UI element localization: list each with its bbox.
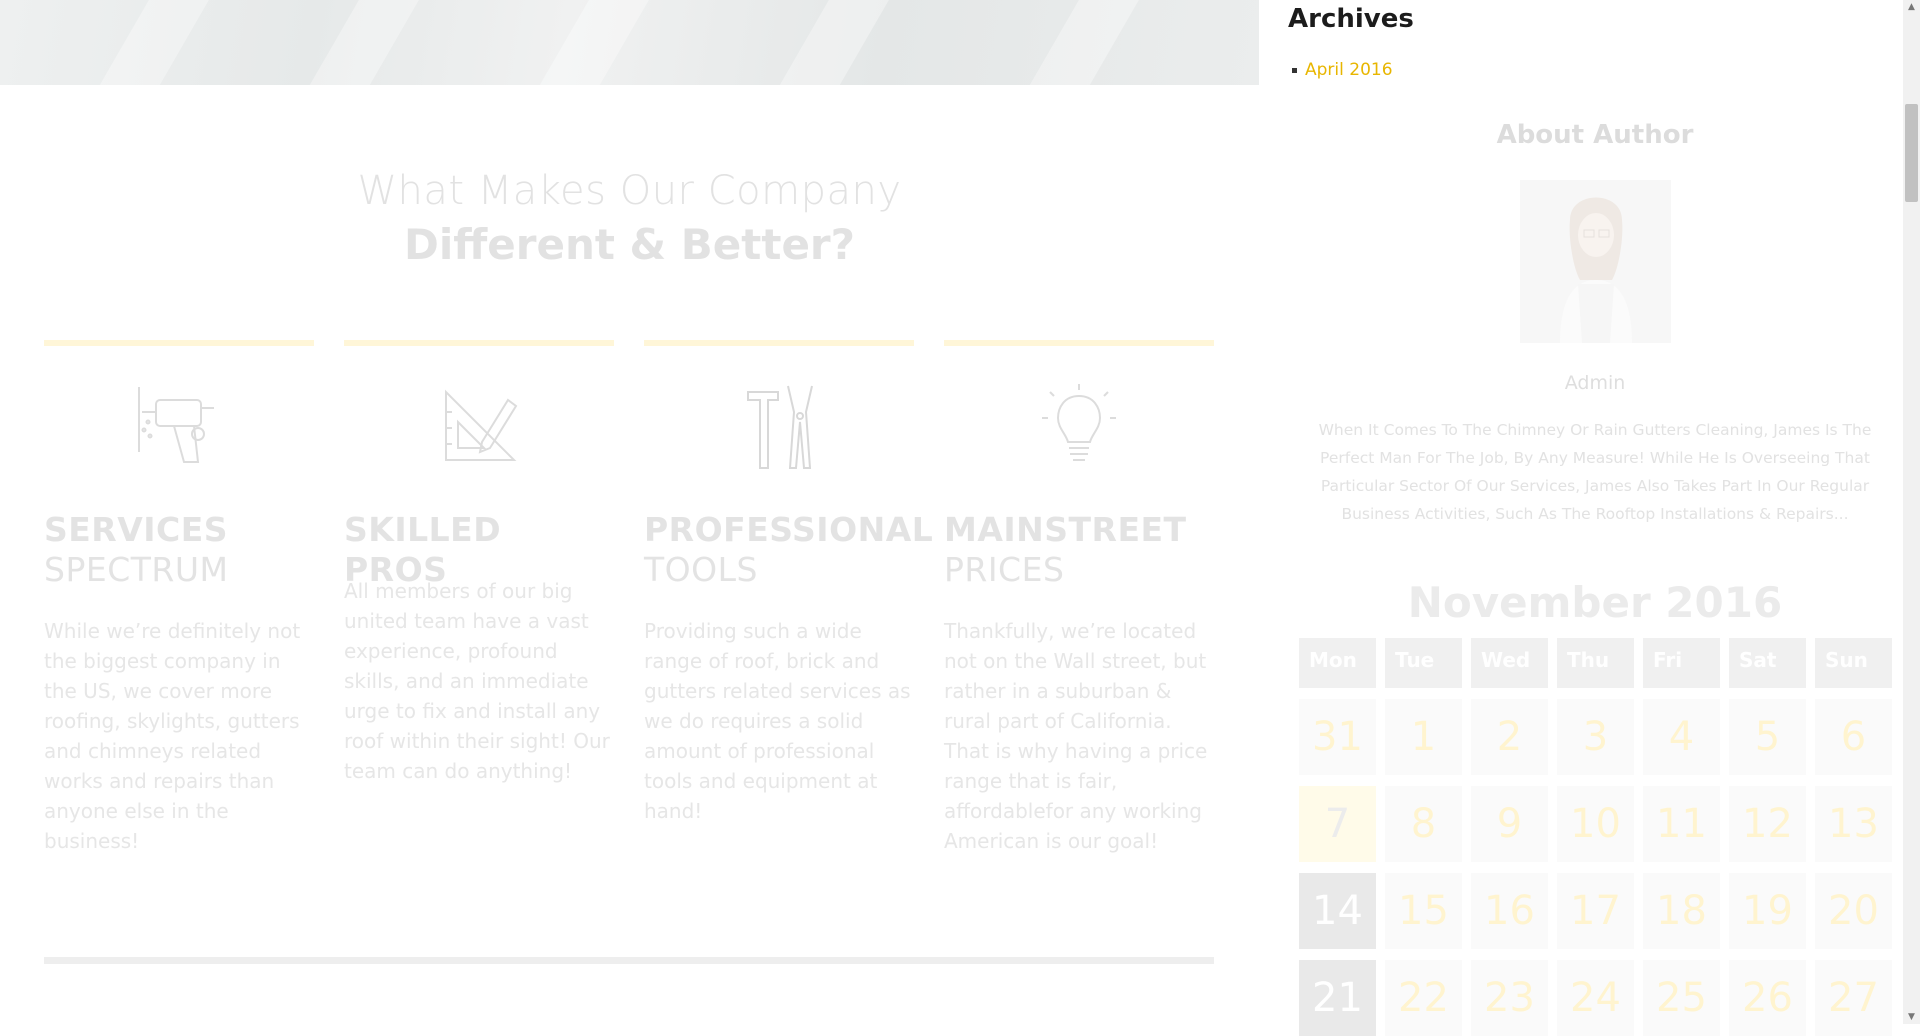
feature-title: PROFESSIONAL	[644, 510, 934, 549]
calendar-day[interactable]: 8	[1385, 786, 1462, 862]
archive-item[interactable]: April 2016	[1292, 60, 1393, 80]
calendar-day[interactable]: 9	[1471, 786, 1548, 862]
hero-decoration	[519, 0, 661, 85]
calendar-weekday: Mon	[1299, 638, 1376, 688]
archive-link[interactable]: April 2016	[1305, 60, 1393, 80]
drill-icon	[138, 387, 214, 463]
hero-decoration	[1009, 0, 1151, 85]
calendar-day[interactable]: 5	[1729, 699, 1806, 775]
calendar-day[interactable]: 25	[1643, 960, 1720, 1036]
feature-description: Thankfully, we’re located not on the Wal…	[944, 619, 1208, 853]
section-heading-line2: Different & Better?	[403, 220, 856, 269]
author-bio: When It Comes To The Chimney Or Rain Gut…	[1318, 421, 1872, 523]
hero-decoration	[79, 0, 221, 85]
author-avatar	[1520, 180, 1671, 343]
calendar-day[interactable]: 12	[1729, 786, 1806, 862]
calendar-day[interactable]: 15	[1385, 873, 1462, 949]
calendar-day[interactable]: 27	[1815, 960, 1892, 1036]
calendar-day[interactable]: 4	[1643, 699, 1720, 775]
feature-description: Providing such a wide range of roof, bri…	[644, 619, 911, 823]
calendar-day[interactable]: 22	[1385, 960, 1462, 1036]
calendar-day[interactable]: 11	[1643, 786, 1720, 862]
page-scrollbar[interactable]: ▲ ▼	[1903, 0, 1920, 1024]
section-divider	[44, 957, 1214, 964]
feature-description: All members of our big united team have …	[344, 579, 610, 783]
calendar-day[interactable]: 1	[1385, 699, 1462, 775]
calendar-day[interactable]: 3	[1557, 699, 1634, 775]
calendar-day[interactable]: 20	[1815, 873, 1892, 949]
feature-title: MAINSTREET	[944, 510, 1187, 549]
calendar-day[interactable]: 10	[1557, 786, 1634, 862]
feature-title: SERVICES	[44, 510, 229, 549]
feature-skilled-pros: SKILLED PROS All members of our big unit…	[344, 340, 614, 786]
feature-subtitle: TOOLS	[644, 550, 758, 589]
calendar-weekday: Sat	[1729, 638, 1806, 688]
hero-decoration	[289, 0, 431, 85]
calendar-day[interactable]: 16	[1471, 873, 1548, 949]
feature-description: While we’re definitely not the biggest c…	[44, 619, 301, 853]
calendar-day[interactable]: 23	[1471, 960, 1548, 1036]
calendar-day[interactable]: 13	[1815, 786, 1892, 862]
author-photo	[1560, 197, 1632, 343]
feature-mainstreet-prices: MAINSTREET PRICES Thankfully, we’re loca…	[944, 340, 1214, 856]
calendar-weekday: Thu	[1557, 638, 1634, 688]
calendar-day[interactable]: 31	[1299, 699, 1376, 775]
archives-title: Archives	[1288, 4, 1414, 34]
calendar-day[interactable]: 2	[1471, 699, 1548, 775]
calendar-day[interactable]: 21	[1299, 960, 1376, 1036]
feature-professional-tools: PROFESSIONAL TOOLS Providing such a wide…	[644, 340, 934, 826]
lightbulb-icon	[1042, 384, 1116, 461]
about-author-title: About Author	[1496, 120, 1694, 150]
hero-decoration	[759, 0, 901, 85]
calendar-day[interactable]: 24	[1557, 960, 1634, 1036]
calendar-day[interactable]: 26	[1729, 960, 1806, 1036]
scroll-up-arrow-icon[interactable]: ▲	[1903, 0, 1920, 14]
bullet-icon	[1292, 67, 1297, 73]
feature-top-bar	[344, 340, 614, 346]
feature-top-bar	[944, 340, 1214, 346]
feature-top-bar	[644, 340, 914, 346]
calendar-title: November 2016	[1407, 578, 1783, 627]
feature-top-bar	[44, 340, 314, 346]
calendar-weekday: Wed	[1471, 638, 1548, 688]
calendar-day[interactable]: 14	[1299, 873, 1376, 949]
feature-subtitle: SPECTRUM	[44, 550, 229, 589]
calendar-day[interactable]: 7	[1299, 786, 1376, 862]
calendar-day[interactable]: 6	[1815, 699, 1892, 775]
hammer-pliers-icon	[747, 385, 813, 469]
calendar-day[interactable]: 18	[1643, 873, 1720, 949]
calendar-weekday: Sun	[1815, 638, 1892, 688]
ruler-pencil-icon	[445, 389, 518, 461]
author-name: Admin	[1564, 372, 1626, 394]
calendar-day[interactable]: 17	[1557, 873, 1634, 949]
feature-services-spectrum: SERVICES SPECTRUM While we’re definitely…	[44, 340, 314, 856]
scroll-down-arrow-icon[interactable]: ▼	[1903, 1010, 1920, 1024]
archives-list: April 2016	[1292, 60, 1393, 80]
calendar-day[interactable]: 19	[1729, 873, 1806, 949]
feature-subtitle: PRICES	[944, 550, 1065, 589]
calendar-weekday: Tue	[1385, 638, 1462, 688]
section-heading-line1: What Makes Our Company	[357, 168, 902, 214]
hero-image	[0, 0, 1259, 85]
scroll-thumb[interactable]	[1905, 104, 1918, 202]
calendar-weekday: Fri	[1643, 638, 1720, 688]
